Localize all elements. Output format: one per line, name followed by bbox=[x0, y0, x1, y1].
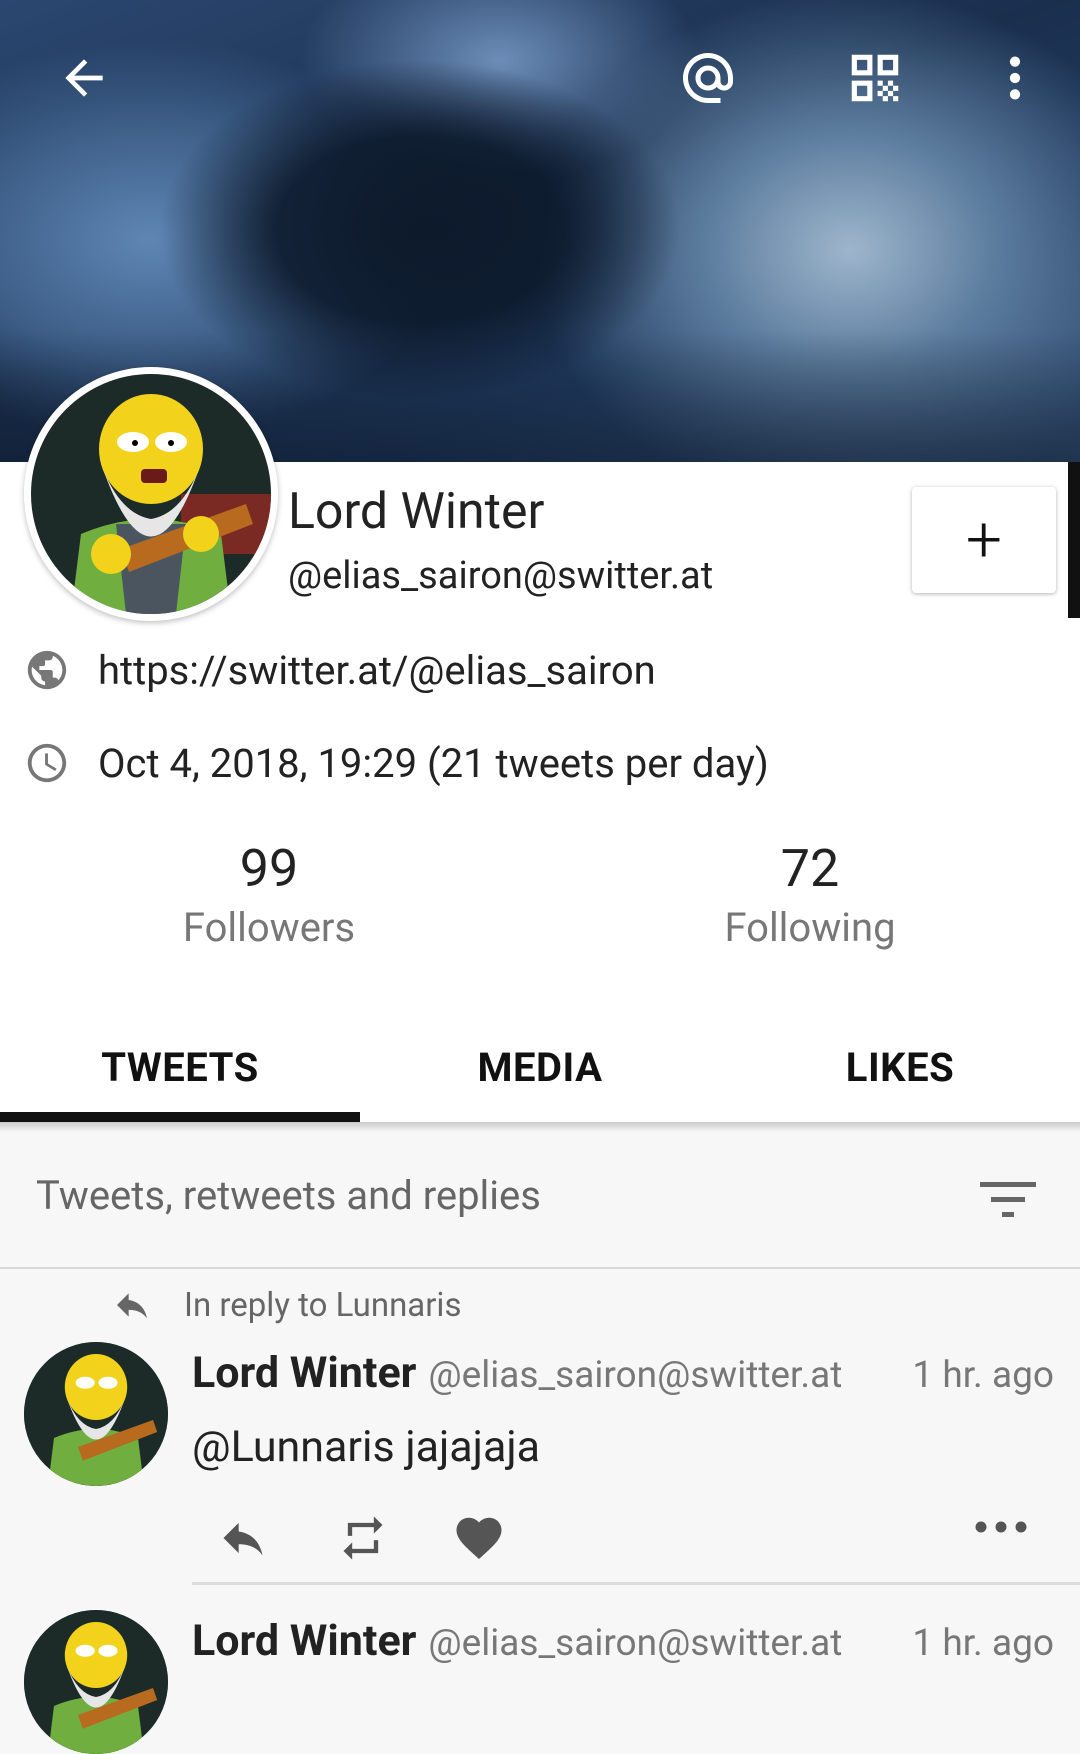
like-button[interactable] bbox=[450, 1503, 570, 1573]
mention-button[interactable] bbox=[668, 38, 748, 118]
avatar-image bbox=[24, 1610, 168, 1754]
profile-avatar[interactable] bbox=[24, 367, 278, 621]
profile-tabs: TWEETS MEDIA LIKES bbox=[0, 1012, 1080, 1122]
avatar[interactable] bbox=[24, 1610, 168, 1754]
tab-tweets[interactable]: TWEETS bbox=[0, 1012, 360, 1122]
timeline-filter[interactable]: Tweets, retweets and replies bbox=[0, 1132, 1080, 1269]
globe-icon bbox=[27, 650, 67, 690]
tweet-author-name: Lord Winter bbox=[192, 1616, 417, 1666]
arrow-back-icon bbox=[65, 59, 103, 97]
avatar-image bbox=[31, 374, 271, 614]
tweet-actions bbox=[210, 1503, 570, 1573]
following-count: 72 bbox=[780, 838, 840, 899]
tweet-text: @Lunnaris jajajaja bbox=[192, 1422, 541, 1472]
retweet-button[interactable] bbox=[330, 1503, 450, 1573]
avatar[interactable] bbox=[24, 1342, 168, 1486]
back-button[interactable] bbox=[44, 38, 124, 118]
tweet-more-button[interactable] bbox=[975, 1517, 1027, 1541]
tweet-author-handle: @elias_sairon@switter.at bbox=[428, 1354, 843, 1397]
retweet-icon bbox=[343, 1516, 383, 1560]
scroll-indicator bbox=[1068, 462, 1080, 618]
following-stat[interactable]: 72 Following bbox=[660, 838, 960, 954]
reply-icon bbox=[117, 1293, 147, 1319]
reply-icon bbox=[223, 1522, 263, 1556]
tweet-divider bbox=[192, 1582, 1080, 1585]
avatar-image bbox=[24, 1342, 168, 1486]
profile-handle: @elias_sairon@switter.at bbox=[288, 554, 714, 598]
profile-url[interactable]: https://switter.at/@elias_sairon bbox=[98, 647, 656, 694]
followers-label: Followers bbox=[182, 904, 356, 951]
reply-note-text: In reply to Lunnaris bbox=[184, 1285, 462, 1325]
heart-icon bbox=[456, 1517, 502, 1560]
profile-joined-row: Oct 4, 2018, 19:29 (21 tweets per day) bbox=[24, 735, 769, 791]
clock-icon bbox=[27, 743, 67, 783]
profile-display-name: Lord Winter bbox=[288, 483, 545, 541]
qr-code-button[interactable] bbox=[835, 38, 915, 118]
tweet-item[interactable]: Lord Winter @elias_sairon@switter.at 1 h… bbox=[0, 1600, 1080, 1754]
followers-count: 99 bbox=[239, 838, 299, 899]
tweet-author-handle: @elias_sairon@switter.at bbox=[428, 1622, 843, 1665]
reply-button[interactable] bbox=[210, 1503, 330, 1573]
tweet-author-name: Lord Winter bbox=[192, 1348, 417, 1398]
at-sign-icon bbox=[683, 53, 733, 103]
filter-label: Tweets, retweets and replies bbox=[36, 1172, 541, 1219]
overflow-menu-button[interactable] bbox=[975, 38, 1055, 118]
tweet-timestamp: 1 hr. ago bbox=[912, 1354, 1054, 1397]
filter-icon[interactable] bbox=[980, 1180, 1036, 1220]
reply-context: In reply to Lunnaris bbox=[110, 1285, 462, 1325]
follow-button[interactable]: + bbox=[912, 487, 1056, 593]
tab-likes[interactable]: LIKES bbox=[720, 1012, 1080, 1122]
profile-url-row[interactable]: https://switter.at/@elias_sairon bbox=[24, 642, 656, 698]
tweet-header: Lord Winter @elias_sairon@switter.at bbox=[192, 1616, 842, 1666]
qr-code-icon bbox=[851, 54, 899, 102]
more-vertical-icon bbox=[1009, 56, 1021, 100]
tweet-item[interactable]: In reply to Lunnaris Lord Winter @elias_… bbox=[0, 1285, 1080, 1585]
tweet-header: Lord Winter @elias_sairon@switter.at bbox=[192, 1348, 842, 1398]
followers-stat[interactable]: 99 Followers bbox=[119, 838, 419, 954]
tabs-shadow bbox=[0, 1122, 1080, 1132]
tweet-timestamp: 1 hr. ago bbox=[912, 1622, 1054, 1665]
more-horizontal-icon bbox=[975, 1521, 1027, 1533]
tab-media[interactable]: MEDIA bbox=[360, 1012, 720, 1122]
profile-joined-date: Oct 4, 2018, 19:29 (21 tweets per day) bbox=[98, 739, 769, 787]
following-label: Following bbox=[724, 904, 896, 951]
